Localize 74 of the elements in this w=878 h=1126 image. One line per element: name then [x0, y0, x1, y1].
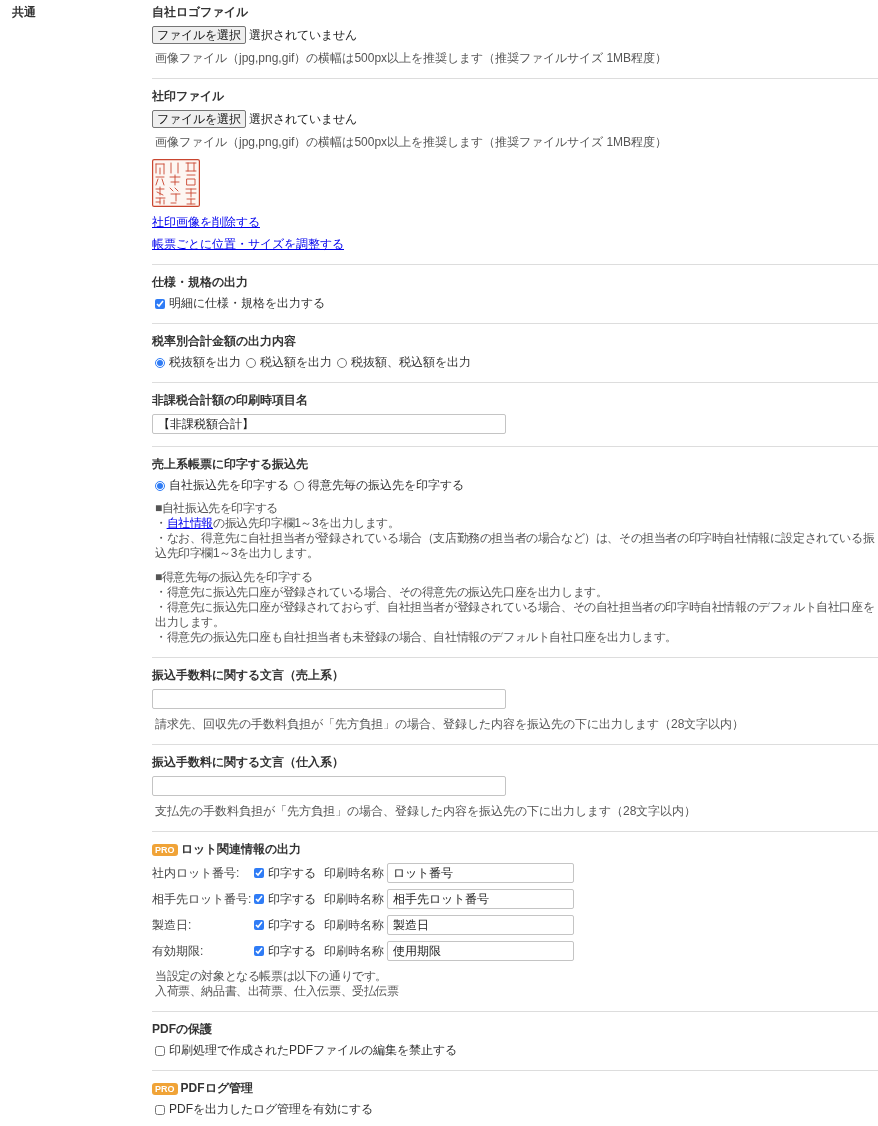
checkbox[interactable]: [155, 298, 165, 309]
section-heading: PDFの保護: [152, 1022, 212, 1037]
section-heading: 税率別合計金額の出力内容: [152, 334, 296, 349]
checkbox-label: PDFを出力したログ管理を有効にする: [169, 1102, 373, 1117]
hint-text: ■自社振込先を印字する: [155, 501, 278, 516]
section-heading: 振込手数料に関する文言（仕入系）: [152, 755, 344, 770]
field-label: 印刷時名称: [324, 865, 384, 881]
file-select-button[interactable]: ファイルを選択: [152, 110, 246, 128]
text-input[interactable]: 製造日: [387, 915, 574, 935]
checkbox-label: 印字する: [268, 917, 317, 933]
radio-label: 税抜額を出力: [169, 355, 241, 370]
radio-button[interactable]: [155, 357, 165, 368]
radio-button[interactable]: [155, 480, 165, 491]
hint-text: ・自社情報の振込先印字欄1～3を出力します。: [155, 516, 400, 531]
field-label: 印刷時名称: [324, 943, 384, 959]
hint-text: ・得意先に振込先口座が登録されている場合、その得意先の振込先口座を出力します。: [155, 585, 608, 600]
checkbox-label: 印刷処理で作成されたPDFファイルの編集を禁止する: [169, 1043, 457, 1058]
pro-badge: PRO: [152, 1082, 178, 1095]
hint-text: ・得意先の振込先口座も自社担当者も未登録の場合、自社情報のデフォルト自社口座を出力します。: [155, 630, 677, 645]
text-input[interactable]: 使用期限: [387, 941, 574, 961]
field-label: 有効期限:: [152, 943, 205, 959]
field-label: 製造日:: [152, 917, 193, 933]
radio-label: 税抜額、税込額を出力: [351, 355, 471, 370]
radio-label: 税込額を出力: [260, 355, 332, 370]
hint-text: ・得意先に振込先口座が登録されておらず、自社担当者が登録されている場合、その自社担当者の印字時自社情報のデフォルト自社口座を出力します。: [155, 600, 876, 630]
checkbox-label: 印字する: [268, 891, 317, 907]
checkbox[interactable]: [254, 894, 264, 904]
text-link[interactable]: 帳票ごとに位置・サイズを調整する: [152, 237, 344, 251]
section-heading: 仕様・規格の出力: [152, 275, 248, 290]
field-label: 社内ロット番号:: [152, 865, 241, 881]
checkbox-label: 明細に仕様・規格を出力する: [169, 296, 325, 311]
checkbox[interactable]: [254, 946, 264, 956]
radio-button[interactable]: [246, 357, 256, 368]
text-input[interactable]: 相手先ロット番号: [387, 889, 574, 909]
text-input[interactable]: ロット番号: [387, 863, 574, 883]
file-select-button[interactable]: ファイルを選択: [152, 26, 246, 44]
file-status-text: 選択されていません: [249, 27, 357, 43]
checkbox[interactable]: [254, 868, 264, 878]
text-link[interactable]: 自社情報: [166, 516, 213, 530]
section-heading: 非課税合計額の印刷時項目名: [152, 393, 308, 408]
checkbox[interactable]: [155, 1104, 165, 1115]
text-input[interactable]: [152, 689, 506, 709]
section-heading: PDFログ管理: [180, 1081, 253, 1096]
hint-text: 画像ファイル（jpg,png,gif）の横幅は500px以上を推奨します（推奨ファイルサイズ 1MB程度）: [155, 135, 668, 149]
text-link[interactable]: 社印画像を削除する: [152, 215, 260, 229]
section-heading: ロット関連情報の出力: [180, 842, 301, 857]
checkbox[interactable]: [254, 920, 264, 930]
checkbox[interactable]: [155, 1045, 165, 1056]
radio-label: 得意先毎の振込先を印字する: [308, 478, 464, 493]
hint-text: ・なお、得意先に自社担当者が登録されている場合（支店勤務の担当者の場合など）は、その担当者の印字時自社情報に設定されている振込先印字欄1～3を出力します。: [155, 531, 876, 561]
seal-stamp-drawing: [152, 159, 200, 207]
section-heading: 売上系帳票に印字する振込先: [152, 457, 308, 472]
file-status-text: 選択されていません: [249, 111, 357, 127]
field-label: 印刷時名称: [324, 917, 384, 933]
radio-button[interactable]: [294, 480, 304, 491]
hint-text: 入荷票、納品書、出荷票、仕入伝票、受払伝票: [155, 984, 399, 999]
hint-text: 請求先、回収先の手数料負担が「先方負担」の場合、登録した内容を振込先の下に出力します（28文字以内）: [155, 717, 745, 731]
pro-badge: PRO: [152, 843, 178, 856]
radio-button[interactable]: [337, 357, 347, 368]
section-heading: 社印ファイル: [152, 89, 224, 104]
radio-label: 自社振込先を印字する: [169, 478, 289, 493]
section-heading: 自社ロゴファイル: [152, 5, 248, 20]
hint-text: 当設定の対象となる帳票は以下の通りです。: [155, 969, 387, 984]
hint-text: ■得意先毎の振込先を印字する: [155, 570, 313, 585]
hint-text: 支払先の手数料負担が「先方負担」の場合、登録した内容を振込先の下に出力します（28文字以内）: [155, 804, 697, 818]
checkbox-label: 印字する: [268, 943, 317, 959]
category-label: 共通: [12, 5, 36, 20]
section-heading: 振込手数料に関する文言（売上系）: [152, 668, 344, 683]
field-label: 相手先ロット番号:: [152, 891, 253, 907]
text-input[interactable]: 【非課税額合計】: [152, 414, 506, 434]
hint-text: 画像ファイル（jpg,png,gif）の横幅は500px以上を推奨します（推奨ファイルサイズ 1MB程度）: [155, 51, 668, 65]
text-input[interactable]: [152, 776, 506, 796]
checkbox-label: 印字する: [268, 865, 317, 881]
field-label: 印刷時名称: [324, 891, 384, 907]
